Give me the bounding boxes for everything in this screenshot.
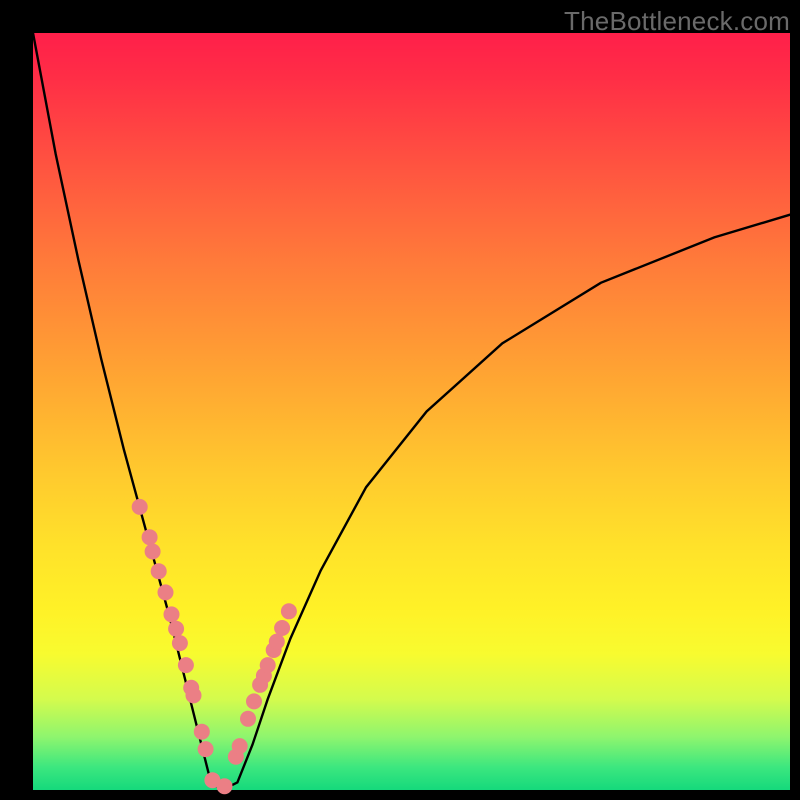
highlight-dot [260, 657, 276, 673]
highlight-dot [274, 620, 290, 636]
highlight-dot [194, 724, 210, 740]
highlight-dot [217, 778, 233, 794]
highlight-dot [145, 544, 161, 560]
highlight-dot [269, 634, 285, 650]
chart-frame: TheBottleneck.com [0, 0, 800, 800]
highlight-dot [132, 499, 148, 515]
bottleneck-curve [33, 33, 790, 790]
chart-svg [33, 33, 790, 790]
highlight-dots-group [132, 499, 297, 794]
highlight-dot [246, 693, 262, 709]
highlight-dot [198, 741, 214, 757]
highlight-dot [164, 606, 180, 622]
highlight-dot [186, 687, 202, 703]
highlight-dot [158, 584, 174, 600]
highlight-dot [172, 635, 188, 651]
plot-area [33, 33, 790, 790]
highlight-dot [168, 621, 184, 637]
highlight-dot [178, 657, 194, 673]
highlight-dot [232, 738, 248, 754]
highlight-dot [281, 603, 297, 619]
highlight-dot [142, 529, 158, 545]
highlight-dot [151, 563, 167, 579]
highlight-dot [240, 711, 256, 727]
